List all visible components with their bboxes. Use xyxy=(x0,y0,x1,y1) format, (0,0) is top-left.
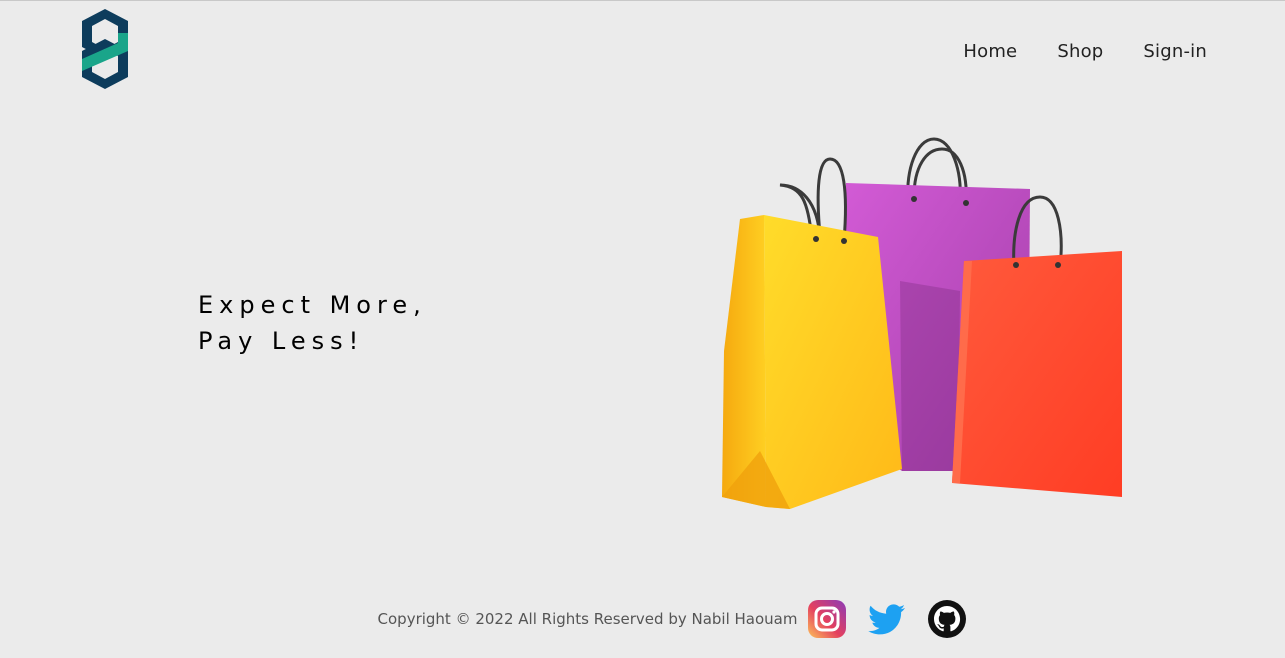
brand-logo-icon[interactable] xyxy=(78,7,132,91)
nav-shop-link[interactable]: Shop xyxy=(1057,41,1103,62)
nav-sign-in-link[interactable]: Sign-in xyxy=(1143,41,1207,62)
page: Home Shop Sign-in Expect More, Pay Less! xyxy=(0,0,1285,658)
hero-tagline: Expect More, Pay Less! xyxy=(198,287,427,359)
copyright-text: Copyright © 2022 All Rights Reserved by … xyxy=(377,610,798,628)
twitter-icon[interactable] xyxy=(867,599,907,639)
shopping-bags-illustration xyxy=(722,137,1122,509)
nav-home-link[interactable]: Home xyxy=(963,41,1017,62)
hero-tagline-line-2: Pay Less! xyxy=(198,327,365,355)
github-icon[interactable] xyxy=(927,599,967,639)
footer: Copyright © 2022 All Rights Reserved by … xyxy=(0,599,1285,639)
social-links xyxy=(807,599,967,639)
hero-tagline-line-1: Expect More, xyxy=(198,291,427,319)
main-nav: Home Shop Sign-in xyxy=(963,41,1207,62)
instagram-icon[interactable] xyxy=(807,599,847,639)
